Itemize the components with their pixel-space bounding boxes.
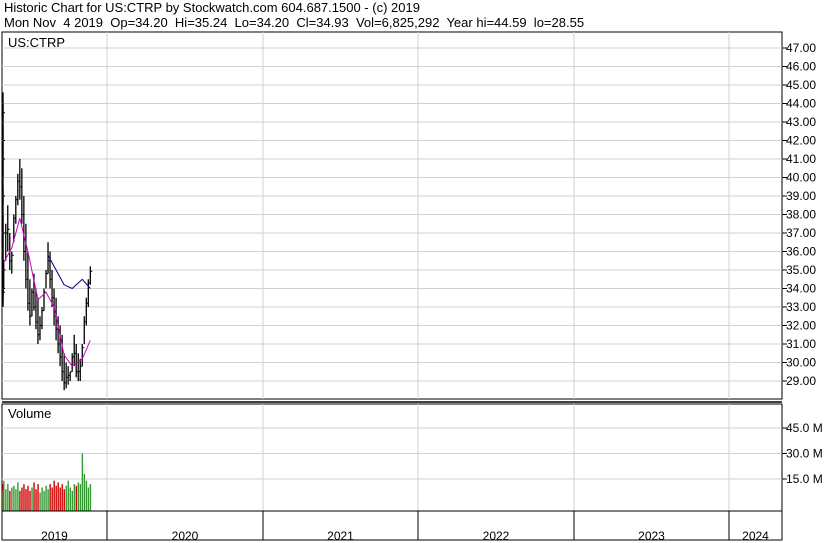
volume-bar xyxy=(43,490,45,511)
price-tick-label: 29.00 xyxy=(786,374,816,388)
year-label: 2020 xyxy=(172,529,199,543)
price-tick-label: 34.00 xyxy=(786,282,816,296)
volume-bar xyxy=(53,480,55,511)
year-label: 2019 xyxy=(41,529,68,543)
price-tick-label: 43.00 xyxy=(786,115,816,129)
price-tick-label: 30.00 xyxy=(786,356,816,370)
volume-bar xyxy=(29,490,31,511)
price-tick-label: 46.00 xyxy=(786,60,816,74)
price-grid xyxy=(2,32,782,399)
price-tick-label: 31.00 xyxy=(786,337,816,351)
volume-bar xyxy=(17,482,19,511)
stock-chart: Historic Chart for US:CTRP by Stockwatch… xyxy=(0,0,830,543)
volume-bar xyxy=(21,487,23,511)
volume-bar xyxy=(69,487,71,511)
volume-grid xyxy=(2,404,782,511)
volume-bar xyxy=(79,484,82,511)
volume-bar xyxy=(57,482,59,511)
volume-bar xyxy=(25,489,27,511)
price-tick-label: 40.00 xyxy=(786,171,816,185)
moving-average-line xyxy=(47,254,91,290)
x-axis-frame xyxy=(1,510,783,541)
volume-bar xyxy=(75,485,78,511)
volume-bar xyxy=(3,480,5,511)
volume-bar xyxy=(51,487,53,511)
volume-panel-frame xyxy=(1,403,783,512)
price-tick-label: 33.00 xyxy=(786,300,816,314)
price-axis: 47.00 46.00 45.00 44.00 43.00 42.00 41.00 40.00… xyxy=(782,41,816,388)
volume-bar xyxy=(27,485,29,511)
volume-bar xyxy=(31,487,33,511)
price-bars xyxy=(2,92,93,391)
volume-bar xyxy=(61,484,63,511)
volume-bar xyxy=(19,490,21,511)
volume-bar xyxy=(63,489,65,511)
price-tick-label: 32.00 xyxy=(786,319,816,333)
volume-bar xyxy=(5,489,7,511)
volume-tick-label: 30.0 M xyxy=(786,447,823,461)
volume-bar xyxy=(71,490,73,511)
price-tick-label: 39.00 xyxy=(786,189,816,203)
price-panel-title: US:CTRP xyxy=(8,35,65,50)
chart-canvas: 47.00 46.00 45.00 44.00 43.00 42.00 41.00 40.00… xyxy=(1,31,823,543)
price-tick-label: 44.00 xyxy=(786,97,816,111)
year-label: 2023 xyxy=(638,529,665,543)
price-tick-label: 38.00 xyxy=(786,208,816,222)
volume-bar xyxy=(13,485,15,511)
volume-bars xyxy=(2,453,92,511)
volume-axis: 45.0 M 30.0 M 15.0 M xyxy=(782,421,823,486)
price-tick-label: 42.00 xyxy=(786,134,816,148)
volume-bar xyxy=(89,484,92,511)
volume-bar xyxy=(67,480,69,511)
volume-bar xyxy=(45,485,47,511)
price-tick-label: 45.00 xyxy=(786,78,816,92)
volume-tick-label: 45.0 M xyxy=(786,421,823,435)
price-tick-label: 37.00 xyxy=(786,226,816,240)
x-axis: 2019 2020 2021 2022 2023 2024 xyxy=(41,511,769,543)
price-tick-label: 36.00 xyxy=(786,245,816,259)
volume-bar xyxy=(81,453,84,511)
volume-bar xyxy=(65,485,67,511)
year-label: 2021 xyxy=(327,529,354,543)
volume-bar xyxy=(83,473,86,511)
volume-bar xyxy=(59,487,61,511)
volume-bar xyxy=(7,484,9,511)
volume-bar xyxy=(41,487,43,511)
volume-bar xyxy=(11,487,13,511)
volume-bar xyxy=(55,485,57,511)
volume-bar xyxy=(73,484,76,511)
year-label: 2022 xyxy=(483,529,510,543)
volume-bar xyxy=(9,490,11,511)
volume-tick-label: 15.0 M xyxy=(786,472,823,486)
volume-bar xyxy=(77,482,80,511)
volume-bar xyxy=(49,484,51,511)
volume-bar xyxy=(15,489,17,511)
year-label: 2024 xyxy=(742,529,769,543)
price-tick-label: 47.00 xyxy=(786,41,816,55)
price-tick-label: 41.00 xyxy=(786,152,816,166)
price-tick-label: 35.00 xyxy=(786,263,816,277)
volume-bar xyxy=(47,489,49,511)
volume-bar xyxy=(85,480,88,511)
volume-bar xyxy=(37,484,39,511)
volume-bar xyxy=(87,487,90,511)
volume-bar xyxy=(23,484,25,511)
volume-bar xyxy=(39,492,41,511)
volume-bar xyxy=(33,482,35,511)
volume-panel-title: Volume xyxy=(8,406,51,421)
volume-bar xyxy=(35,489,37,511)
